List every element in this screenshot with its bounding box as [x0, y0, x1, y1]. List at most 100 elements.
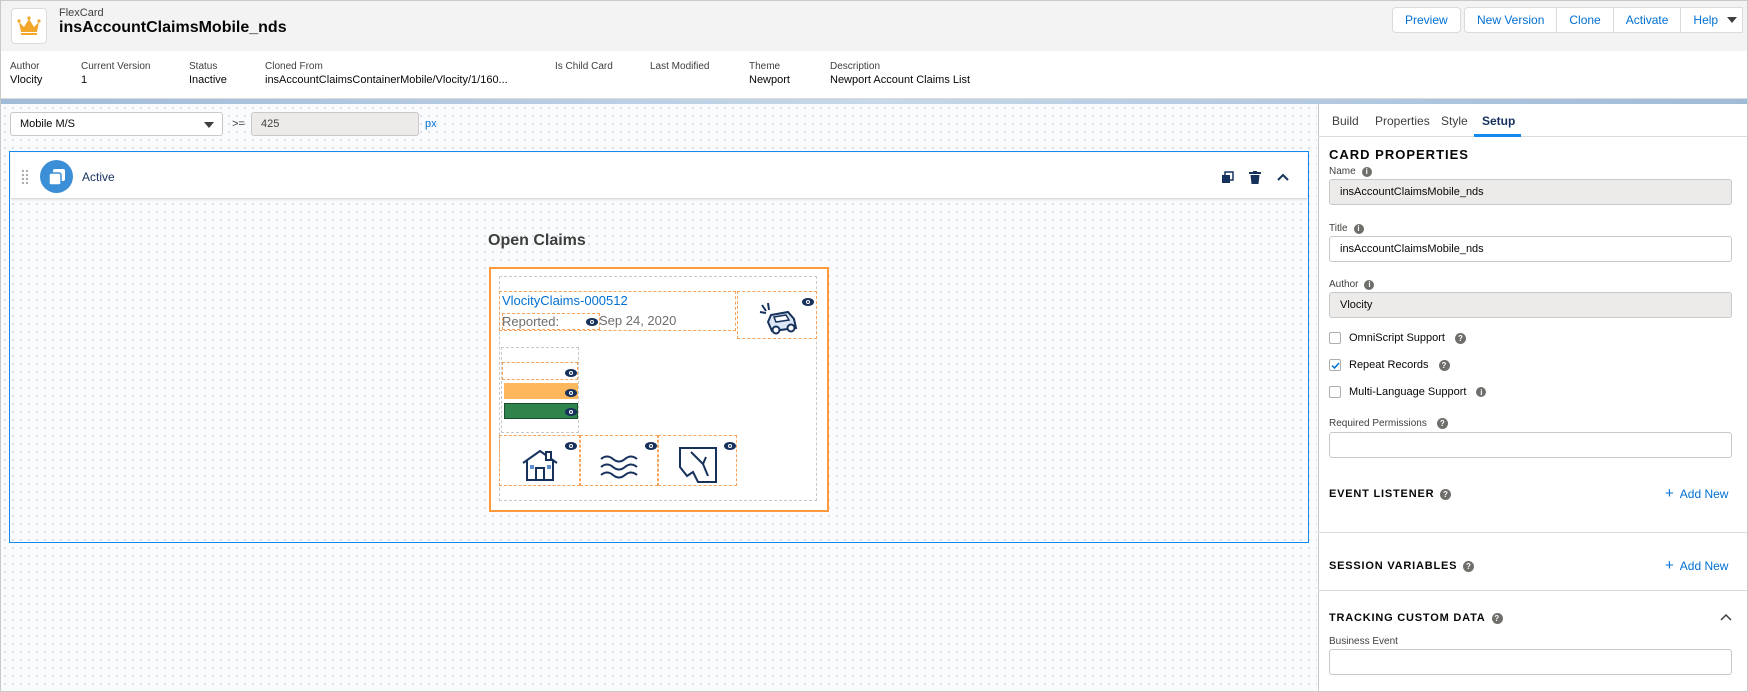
water-icon: [600, 455, 638, 479]
omniscript-support-row: OmniScript Support ?: [1329, 332, 1466, 344]
eye-icon[interactable]: [565, 389, 577, 397]
new-version-button[interactable]: New Version: [1464, 7, 1558, 33]
help-icon[interactable]: ?: [1463, 560, 1475, 572]
claim-number-link[interactable]: VlocityClaims-000512: [502, 293, 628, 308]
tab-style[interactable]: Style: [1441, 114, 1468, 128]
author-field[interactable]: Vlocity: [1329, 292, 1732, 318]
meta-description: Description Newport Account Claims List: [830, 61, 970, 86]
plus-icon: +: [1665, 485, 1674, 502]
preview-button-group: Preview: [1392, 7, 1461, 33]
info-icon[interactable]: i: [1353, 223, 1364, 234]
event-listener-add-new-button[interactable]: + Add New: [1665, 485, 1729, 502]
caret-down-icon: [204, 122, 214, 128]
object-type-label: FlexCard: [59, 7, 104, 19]
card-properties-heading: CARD PROPERTIES: [1329, 147, 1469, 162]
multi-language-checkbox[interactable]: [1329, 386, 1341, 398]
chevron-up-icon[interactable]: [1720, 613, 1732, 621]
omniscript-support-checkbox[interactable]: [1329, 332, 1341, 344]
meta-label: Status: [189, 61, 218, 72]
eye-icon[interactable]: [565, 369, 577, 377]
active-tab-indicator: [1474, 134, 1521, 137]
panel-tabs: Build Properties Style Setup: [1318, 104, 1747, 137]
collapse-state-icon[interactable]: [1275, 169, 1291, 185]
required-permissions-label: Required Permissions ?: [1329, 418, 1448, 429]
meta-current-version: Current Version 1: [81, 61, 150, 86]
eye-icon[interactable]: [565, 442, 577, 450]
title-label: Title i: [1329, 223, 1364, 234]
name-label: Name i: [1329, 166, 1372, 177]
house-icon: [522, 449, 558, 481]
eye-icon[interactable]: [586, 318, 598, 326]
business-event-input[interactable]: [1329, 649, 1732, 675]
delete-state-icon[interactable]: [1247, 169, 1263, 185]
omniscript-support-label: OmniScript Support: [1349, 332, 1445, 344]
author-label: Author i: [1329, 279, 1375, 290]
plus-icon: +: [1665, 557, 1674, 574]
required-permissions-input[interactable]: [1329, 432, 1732, 458]
eye-icon[interactable]: [645, 442, 657, 450]
meta-value[interactable]: insAccountClaimsContainerMobile/Vlocity/…: [265, 74, 508, 86]
session-variables-add-new-button[interactable]: + Add New: [1665, 557, 1728, 574]
business-event-label: Business Event: [1329, 636, 1398, 647]
meta-cloned-from: Cloned From insAccountClaimsContainerMob…: [265, 61, 508, 86]
breakpoint-select[interactable]: Mobile M/S: [10, 112, 223, 136]
eye-icon[interactable]: [802, 298, 814, 306]
meta-label: Current Version: [81, 61, 151, 72]
info-icon[interactable]: i: [1364, 279, 1375, 290]
meta-label: Theme: [749, 61, 781, 72]
help-icon[interactable]: ?: [1440, 488, 1452, 500]
eye-icon[interactable]: [724, 442, 736, 450]
tab-properties[interactable]: Properties: [1375, 114, 1430, 128]
session-variables-label: SESSION VARIABLES: [1329, 560, 1458, 572]
eye-icon[interactable]: [565, 408, 577, 416]
business-event-label-text: Business Event: [1329, 636, 1398, 647]
name-field[interactable]: insAccountClaimsMobile_nds: [1329, 179, 1732, 205]
author-label-text: Author: [1329, 279, 1359, 290]
broken-window-icon: [679, 447, 717, 483]
duplicate-state-icon[interactable]: [1219, 169, 1235, 185]
chevron-down-icon: [1726, 17, 1737, 23]
meta-value: Inactive: [189, 74, 227, 86]
card-state-header[interactable]: [11, 153, 1307, 199]
title-field[interactable]: insAccountClaimsMobile_nds: [1329, 236, 1732, 262]
meta-value: 1: [81, 74, 88, 86]
repeat-records-label: Repeat Records: [1349, 359, 1429, 371]
help-icon[interactable]: ?: [1454, 332, 1466, 344]
activate-button[interactable]: Activate: [1613, 7, 1682, 33]
name-label-text: Name: [1329, 166, 1356, 177]
record-details-strip: Author Vlocity Current Version 1 Status …: [1, 51, 1747, 99]
multi-language-label: Multi-Language Support: [1349, 386, 1467, 398]
tab-build[interactable]: Build: [1332, 114, 1359, 128]
help-icon[interactable]: ?: [1491, 612, 1503, 624]
info-icon[interactable]: i: [1361, 166, 1372, 177]
session-variables-heading: SESSION VARIABLES ?: [1329, 560, 1475, 572]
event-listener-label: EVENT LISTENER: [1329, 488, 1435, 500]
required-permissions-label-text: Required Permissions: [1329, 418, 1427, 429]
event-listener-heading: EVENT LISTENER ?: [1329, 488, 1452, 500]
meta-label: Description: [830, 61, 881, 72]
page-title: insAccountClaimsMobile_nds: [59, 19, 287, 36]
repeat-records-checkbox[interactable]: [1329, 359, 1341, 371]
card-heading: Open Claims: [488, 232, 586, 249]
meta-is-child-card: Is Child Card: [555, 61, 613, 74]
drag-handle-icon[interactable]: [21, 169, 29, 185]
car-crash-icon: [759, 302, 798, 335]
action-button-group: New Version Clone Activate Help: [1464, 7, 1732, 33]
tracking-custom-data-heading: TRACKING CUSTOM DATA ?: [1329, 612, 1503, 624]
clone-button[interactable]: Clone: [1557, 7, 1614, 33]
divider: [1318, 532, 1747, 533]
breakpoint-width-input[interactable]: 425: [251, 112, 419, 136]
breakpoint-unit: px: [425, 118, 437, 130]
more-actions-button[interactable]: [1721, 7, 1743, 33]
reported-date: Sep 24, 2020: [599, 313, 677, 328]
meta-theme: Theme Newport: [749, 61, 790, 86]
reported-label: Reported:: [502, 314, 560, 329]
help-icon[interactable]: ?: [1436, 418, 1448, 429]
tab-setup[interactable]: Setup: [1482, 114, 1515, 128]
help-icon[interactable]: ?: [1438, 359, 1450, 371]
info-icon[interactable]: i: [1476, 387, 1487, 397]
preview-button[interactable]: Preview: [1392, 7, 1461, 33]
meta-author: Author Vlocity: [10, 61, 42, 86]
meta-label: Cloned From: [265, 61, 323, 72]
add-new-label: Add New: [1679, 487, 1729, 501]
